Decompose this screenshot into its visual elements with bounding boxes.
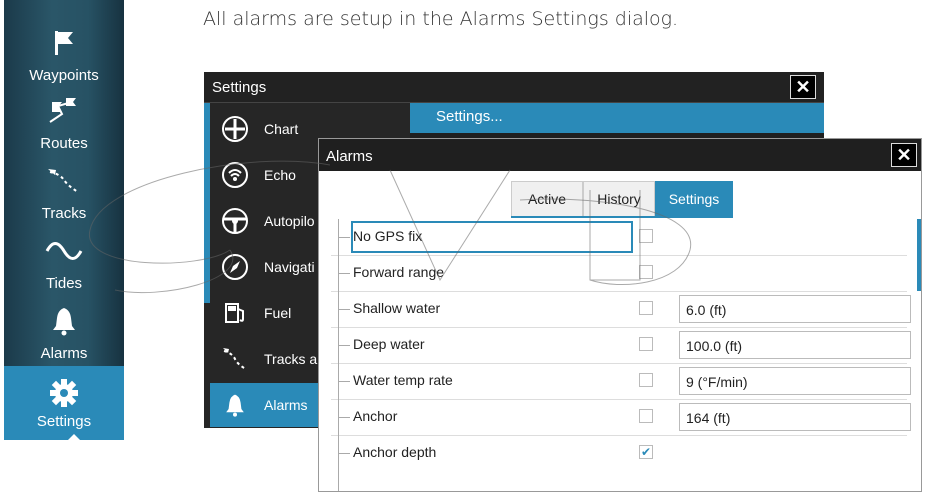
flag-icon <box>4 26 124 60</box>
alarm-row-anchor[interactable]: Anchor 164 (ft) <box>331 399 911 436</box>
steering-wheel-icon <box>220 206 250 236</box>
fuel-pump-icon <box>220 298 250 328</box>
list-scrollbar[interactable] <box>917 219 921 291</box>
menu-item-label: Navigati <box>264 259 315 275</box>
alarm-row-no-gps-fix[interactable]: No GPS fix <box>331 219 907 256</box>
alarm-row-forward-range[interactable]: Forward range <box>331 255 907 292</box>
alarm-enable-checkbox[interactable] <box>639 265 653 279</box>
alarms-dialog: Alarms ✕ Active History Settings No GPS … <box>318 138 922 492</box>
alarm-value-field[interactable]: 164 (ft) <box>679 403 911 431</box>
alarms-title: Alarms <box>326 148 373 165</box>
alarm-value-field[interactable]: 6.0 (ft) <box>679 295 911 323</box>
tab-active[interactable]: Active <box>511 181 583 217</box>
alarm-row-deep-water[interactable]: Deep water 100.0 (ft) <box>331 327 911 364</box>
tree-branch <box>338 273 350 274</box>
menu-item-label: Chart <box>264 121 299 137</box>
alarm-label: Water temp rate <box>353 372 453 388</box>
sidebar-item-alarms[interactable]: Alarms <box>4 298 124 366</box>
track-icon <box>4 164 124 198</box>
alarm-enable-checkbox[interactable] <box>639 373 653 387</box>
settings-content-label: Settings... <box>436 108 503 125</box>
tree-branch <box>338 309 350 310</box>
sidebar-item-routes[interactable]: Routes <box>4 88 124 156</box>
alarm-enable-checkbox[interactable] <box>639 229 653 243</box>
alarm-label: Shallow water <box>353 300 441 316</box>
sidebar-item-tides[interactable]: Tides <box>4 228 124 296</box>
settings-close-button[interactable]: ✕ <box>790 75 816 99</box>
alarm-settings-list: No GPS fix Forward range Shallow water 6… <box>331 219 921 491</box>
settings-title-bar: Settings ✕ <box>204 72 824 103</box>
alarm-enable-checkbox[interactable] <box>639 301 653 315</box>
alarm-value-field[interactable]: 9 (°F/min) <box>679 367 911 395</box>
alarm-label: Deep water <box>353 336 425 352</box>
sidebar-item-label: Routes <box>40 135 88 152</box>
alarm-enable-checkbox[interactable] <box>639 409 653 423</box>
gear-icon <box>4 376 124 410</box>
track-icon <box>220 344 250 374</box>
page-caption: All alarms are setup in the Alarms Setti… <box>203 8 679 30</box>
sidebar-item-label: Tracks <box>41 205 87 222</box>
sidebar-item-label: Tides <box>45 275 83 292</box>
alarm-label: Anchor <box>353 408 398 424</box>
sidebar-item-waypoints[interactable]: Waypoints <box>4 20 124 88</box>
bell-icon <box>4 304 124 338</box>
selection-caret <box>68 434 80 440</box>
tree-branch <box>338 237 350 238</box>
alarm-label: Anchor depth <box>353 444 437 460</box>
tab-settings[interactable]: Settings <box>655 181 733 217</box>
alarms-title-bar: Alarms ✕ <box>319 139 921 171</box>
alarms-close-button[interactable]: ✕ <box>891 143 917 167</box>
sidebar-item-tracks[interactable]: Tracks <box>4 158 124 226</box>
tree-branch <box>338 345 350 346</box>
alarm-enable-checkbox[interactable] <box>639 337 653 351</box>
alarm-enable-checkbox[interactable]: ✔ <box>639 445 653 459</box>
tree-line <box>338 471 339 491</box>
sidebar-item-settings[interactable]: Settings <box>4 366 124 440</box>
chart-icon <box>220 114 250 144</box>
sidebar-item-label: Waypoints <box>29 67 99 84</box>
alarm-value-field[interactable]: 100.0 (ft) <box>679 331 911 359</box>
sidebar-item-label: Settings <box>36 413 92 430</box>
tree-branch <box>338 453 350 454</box>
alarm-label: No GPS fix <box>353 228 423 244</box>
tree-branch <box>338 417 350 418</box>
tab-history[interactable]: History <box>583 181 655 217</box>
echo-icon <box>220 160 250 190</box>
bell-icon <box>220 390 250 420</box>
alarm-row-anchor-depth[interactable]: Anchor depth ✔ <box>331 435 907 471</box>
tab-underline <box>511 216 733 218</box>
alarm-row-partial <box>331 471 907 491</box>
compass-icon <box>220 252 250 282</box>
menu-item-label: Autopilo <box>264 213 315 229</box>
menu-item-label: Alarms <box>264 397 308 413</box>
tide-wave-icon <box>4 234 124 268</box>
menu-item-label: Fuel <box>264 305 292 321</box>
menu-item-label: Echo <box>264 167 296 183</box>
alarm-row-shallow-water[interactable]: Shallow water 6.0 (ft) <box>331 291 911 328</box>
menu-item-label: Tracks a <box>264 351 318 367</box>
alarm-label: Forward range <box>353 264 445 280</box>
route-icon <box>4 94 124 128</box>
settings-title: Settings <box>212 79 267 96</box>
sidebar: Waypoints Routes Tracks Tides Alarms Set… <box>4 0 124 440</box>
settings-content-header[interactable]: Settings... <box>410 103 824 133</box>
alarm-row-water-temp-rate[interactable]: Water temp rate 9 (°F/min) <box>331 363 911 400</box>
sidebar-item-label: Alarms <box>40 345 88 362</box>
tree-branch <box>338 381 350 382</box>
